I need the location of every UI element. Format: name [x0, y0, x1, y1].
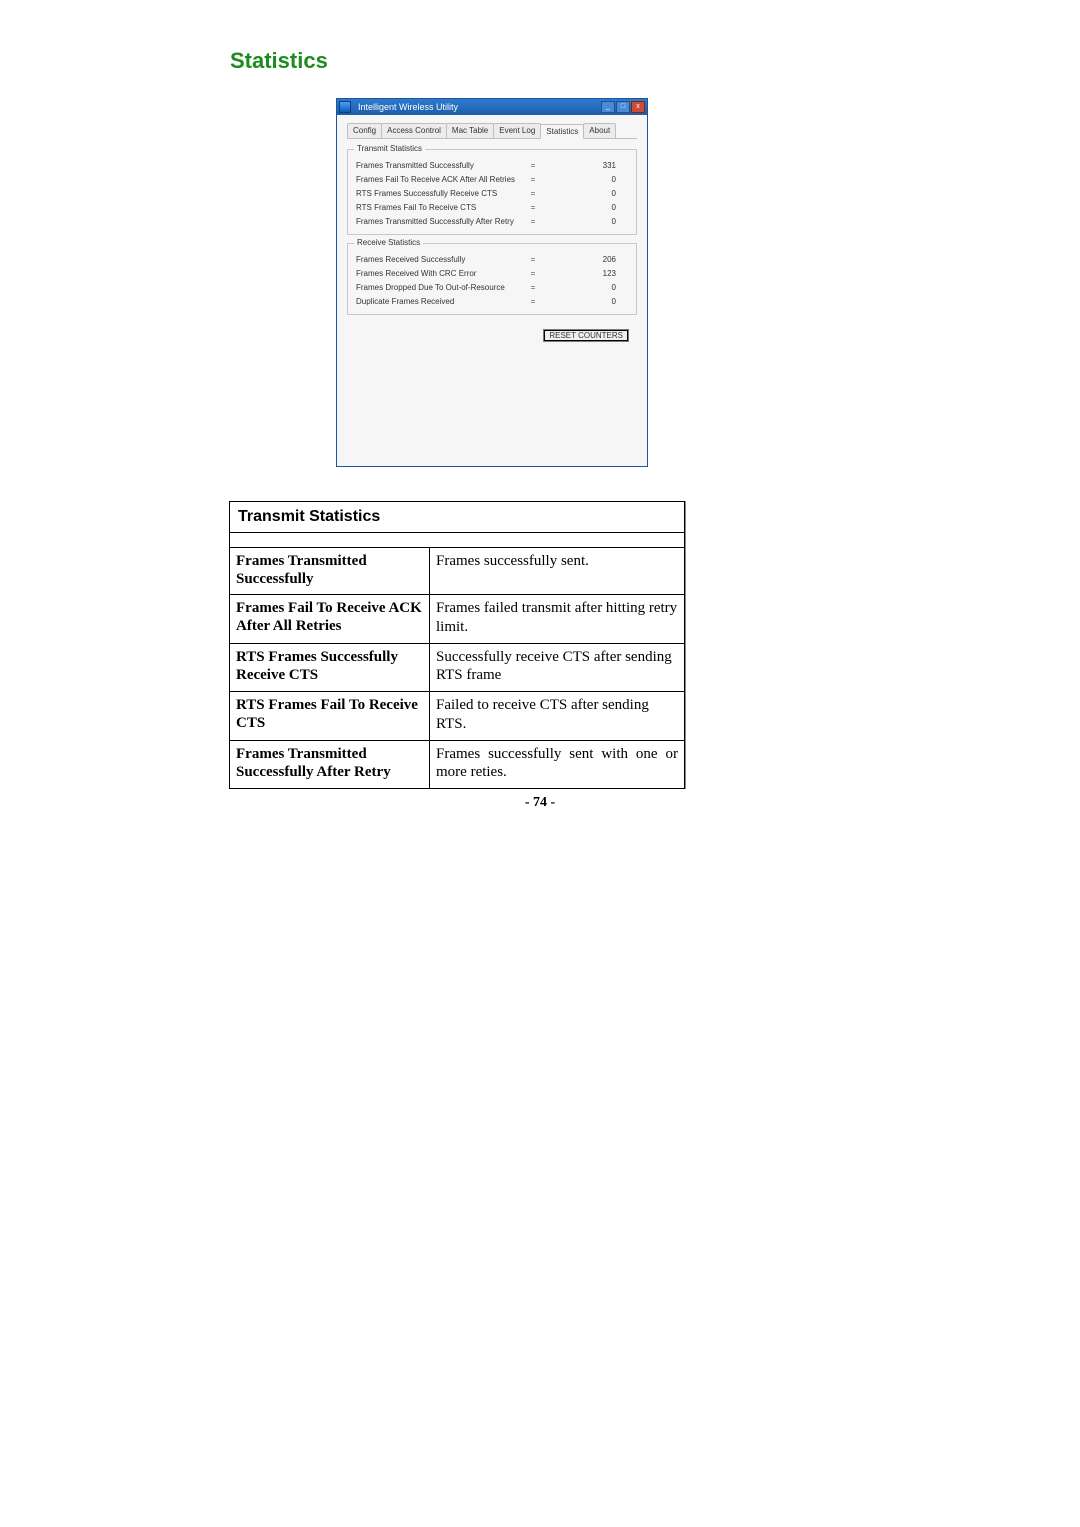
stat-label: Frames Received Successfully	[356, 255, 526, 264]
tab-access-control[interactable]: Access Control	[381, 123, 447, 138]
def-term: RTS Frames Fail To Receive CTS	[236, 696, 423, 732]
stat-label: Frames Dropped Due To Out-of-Resource	[356, 283, 526, 292]
stat-row: Frames Transmitted Successfully = 331	[356, 158, 628, 172]
dialog-body: Config Access Control Mac Table Event Lo…	[337, 115, 647, 466]
equals-sign: =	[526, 283, 540, 292]
table-row: RTS Frames Successfully Receive CTS Succ…	[230, 643, 685, 692]
tab-config[interactable]: Config	[347, 123, 382, 138]
def-term: RTS Frames Successfully Receive CTS	[236, 648, 423, 684]
stat-label: Frames Fail To Receive ACK After All Ret…	[356, 175, 526, 184]
def-term: Frames Fail To Receive ACK After All Ret…	[236, 599, 423, 635]
stat-value: 0	[540, 189, 628, 198]
stat-row: Frames Received Successfully = 206	[356, 252, 628, 266]
stat-value: 331	[540, 161, 628, 170]
stat-value: 206	[540, 255, 628, 264]
equals-sign: =	[526, 297, 540, 306]
window-buttons: _ □ x	[601, 101, 645, 113]
def-desc: Failed to receive CTS after sending RTS.	[436, 696, 678, 734]
table-gap	[230, 533, 685, 548]
tab-strip: Config Access Control Mac Table Event Lo…	[347, 123, 637, 139]
tab-event-log[interactable]: Event Log	[493, 123, 541, 138]
definitions-header: Transmit Statistics	[230, 502, 685, 533]
def-desc: Frames successfully sent with one or mor…	[436, 745, 678, 783]
equals-sign: =	[526, 217, 540, 226]
reset-bar: RESET COUNTERS	[347, 329, 629, 342]
table-row: Frames Fail To Receive ACK After All Ret…	[230, 595, 685, 644]
definitions-table: Transmit Statistics Frames Transmitted S…	[229, 501, 685, 789]
def-term: Frames Transmitted Successfully	[236, 552, 423, 588]
stat-value: 0	[540, 175, 628, 184]
equals-sign: =	[526, 161, 540, 170]
stat-row: RTS Frames Fail To Receive CTS = 0	[356, 200, 628, 214]
receive-statistics-group: Receive Statistics Frames Received Succe…	[347, 243, 637, 315]
dialog-spacer	[347, 342, 637, 452]
stat-row: Frames Dropped Due To Out-of-Resource = …	[356, 280, 628, 294]
stat-row: RTS Frames Successfully Receive CTS = 0	[356, 186, 628, 200]
page-heading: Statistics	[230, 48, 1080, 74]
table-row: Frames Transmitted Successfully Frames s…	[230, 548, 685, 595]
def-desc: Frames failed transmit after hitting ret…	[436, 599, 678, 637]
stat-value: 0	[540, 297, 628, 306]
equals-sign: =	[526, 175, 540, 184]
def-desc: Successfully receive CTS after sending R…	[436, 648, 678, 686]
stat-label: Frames Transmitted Successfully	[356, 161, 526, 170]
dialog-title: Intelligent Wireless Utility	[354, 102, 458, 112]
stat-label: RTS Frames Fail To Receive CTS	[356, 203, 526, 212]
stat-row: Frames Received With CRC Error = 123	[356, 266, 628, 280]
stat-row: Frames Fail To Receive ACK After All Ret…	[356, 172, 628, 186]
equals-sign: =	[526, 189, 540, 198]
app-icon	[339, 101, 351, 113]
stat-value: 0	[540, 217, 628, 226]
def-desc: Frames successfully sent.	[436, 552, 678, 571]
page-number: - 74 -	[0, 795, 1080, 811]
stat-value: 0	[540, 203, 628, 212]
stat-label: RTS Frames Successfully Receive CTS	[356, 189, 526, 198]
transmit-statistics-group: Transmit Statistics Frames Transmitted S…	[347, 149, 637, 235]
tab-statistics[interactable]: Statistics	[540, 124, 584, 139]
equals-sign: =	[526, 269, 540, 278]
equals-sign: =	[526, 203, 540, 212]
stat-label: Duplicate Frames Received	[356, 297, 526, 306]
minimize-button[interactable]: _	[601, 101, 615, 113]
transmit-legend: Transmit Statistics	[354, 144, 425, 153]
maximize-button[interactable]: □	[616, 101, 630, 113]
table-row: Frames Transmitted Successfully After Re…	[230, 740, 685, 789]
stat-row: Frames Transmitted Successfully After Re…	[356, 214, 628, 228]
wireless-utility-dialog: Intelligent Wireless Utility _ □ x Confi…	[336, 98, 648, 467]
equals-sign: =	[526, 255, 540, 264]
stat-label: Frames Transmitted Successfully After Re…	[356, 217, 526, 226]
table-row: RTS Frames Fail To Receive CTS Failed to…	[230, 692, 685, 741]
page-root: Statistics Intelligent Wireless Utility …	[0, 0, 1080, 811]
reset-counters-button[interactable]: RESET COUNTERS	[543, 329, 629, 342]
tab-about[interactable]: About	[583, 123, 616, 138]
dialog-titlebar: Intelligent Wireless Utility _ □ x	[337, 99, 647, 115]
receive-legend: Receive Statistics	[354, 238, 423, 247]
titlebar-left: Intelligent Wireless Utility	[339, 101, 458, 113]
stat-value: 123	[540, 269, 628, 278]
definitions-table-container: Transmit Statistics Frames Transmitted S…	[229, 501, 686, 789]
def-term: Frames Transmitted Successfully After Re…	[236, 745, 423, 781]
stat-value: 0	[540, 283, 628, 292]
stat-label: Frames Received With CRC Error	[356, 269, 526, 278]
tab-mac-table[interactable]: Mac Table	[446, 123, 494, 138]
close-button[interactable]: x	[631, 101, 645, 113]
stat-row: Duplicate Frames Received = 0	[356, 294, 628, 308]
